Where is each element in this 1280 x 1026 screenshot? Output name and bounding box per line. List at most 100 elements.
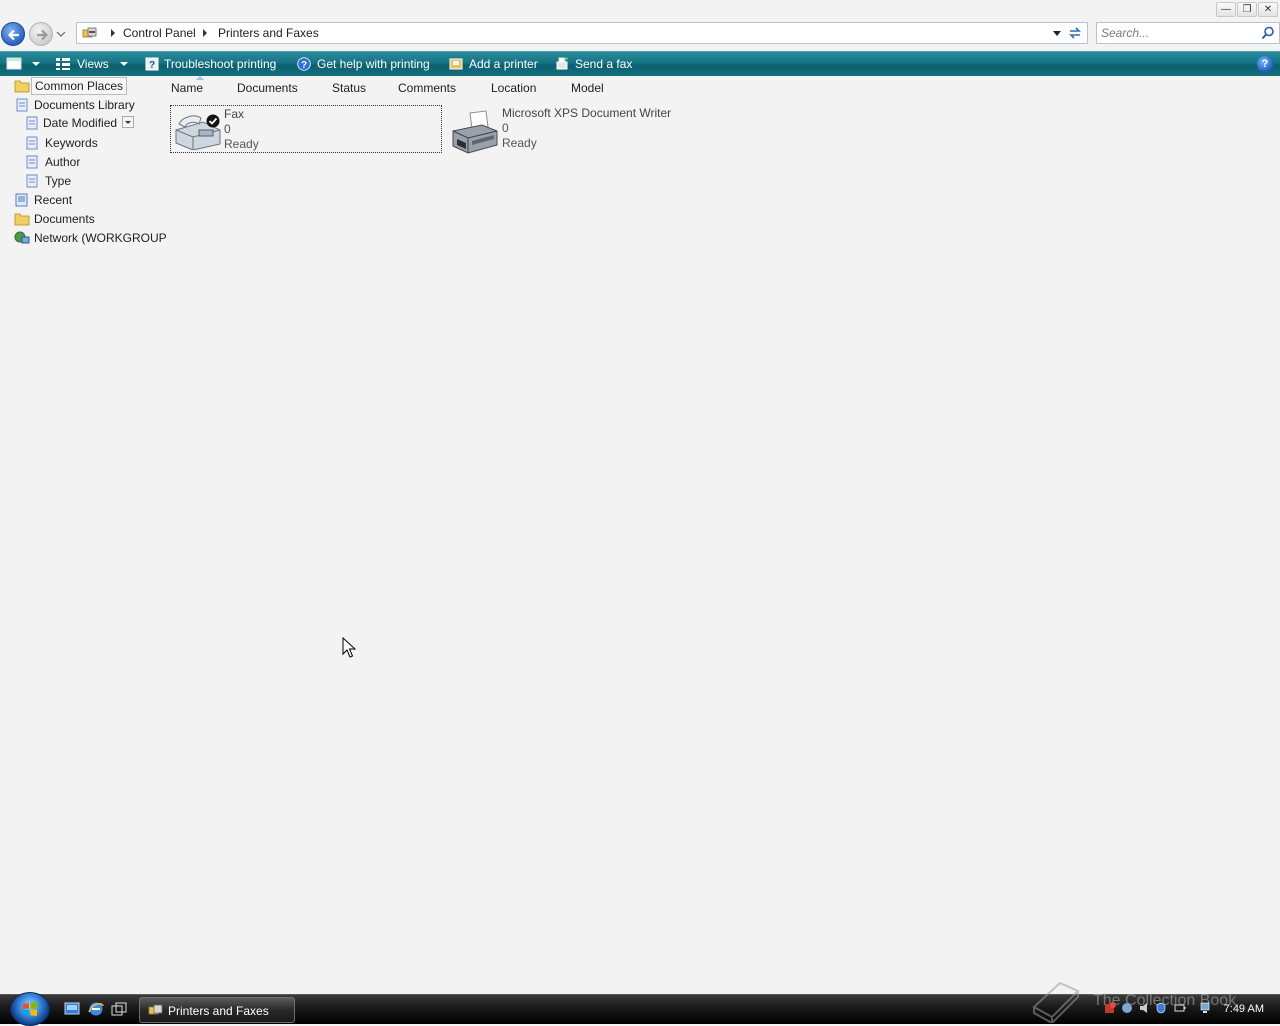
- close-icon: ✕: [1263, 4, 1273, 15]
- mouse-pointer-icon: [342, 637, 356, 658]
- breadcrumb-separator-icon[interactable]: [203, 29, 207, 37]
- add-printer-button[interactable]: Add a printer: [449, 56, 543, 72]
- printer-status: Ready: [224, 137, 259, 151]
- nav-item-network[interactable]: Network (WORKGROUP: [14, 229, 167, 247]
- send-fax-icon: [556, 57, 569, 70]
- views-icon: [56, 58, 70, 70]
- switch-windows-icon[interactable]: [111, 1001, 127, 1017]
- svg-text:?: ?: [301, 60, 307, 71]
- battery-tray-icon[interactable]: [1174, 1002, 1186, 1014]
- views-label: Views: [77, 57, 109, 71]
- search-folder-icon: [26, 136, 38, 150]
- get-help-printing-button[interactable]: ? Get help with printing: [297, 56, 437, 72]
- sidebar-tray-icon[interactable]: [1121, 1002, 1133, 1014]
- volume-tray-icon[interactable]: [1138, 1002, 1150, 1014]
- title-bar: — ❐ ✕: [0, 0, 1280, 20]
- taskbar-button-printers-and-faxes[interactable]: Printers and Faxes: [139, 997, 295, 1023]
- search-folder-icon: [26, 155, 38, 169]
- forward-button[interactable]: [29, 22, 53, 46]
- nav-label-documents: Documents: [34, 212, 95, 226]
- chevron-down-icon: [32, 62, 40, 66]
- show-desktop-icon[interactable]: [64, 1001, 80, 1017]
- breadcrumb-printers-and-faxes[interactable]: Printers and Faxes: [218, 26, 319, 40]
- clock[interactable]: 7:49 AM: [1224, 1003, 1264, 1015]
- restore-button[interactable]: ❐: [1237, 2, 1257, 17]
- printer-tile-xps-writer[interactable]: Microsoft XPS Document Writer 0 Ready: [448, 105, 688, 154]
- security-alert-icon[interactable]: [1104, 1002, 1116, 1014]
- organize-button[interactable]: [6, 56, 42, 72]
- minimize-icon: —: [1221, 4, 1231, 15]
- printer-tile-fax[interactable]: Fax 0 Ready: [170, 105, 442, 153]
- organize-icon: [6, 57, 22, 70]
- printer-status: Ready: [502, 136, 537, 150]
- troubleshoot-printing-button[interactable]: ? Troubleshoot printing: [145, 56, 285, 72]
- network-tray-icon[interactable]: [1199, 1002, 1211, 1014]
- send-fax-label: Send a fax: [575, 57, 633, 71]
- column-header-documents[interactable]: Documents: [237, 80, 298, 96]
- printer-icon: [452, 110, 498, 154]
- printer-name: Microsoft XPS Document Writer: [502, 106, 672, 120]
- help-button[interactable]: ?: [1257, 56, 1273, 72]
- network-icon: [14, 231, 30, 244]
- send-fax-button[interactable]: Send a fax: [555, 56, 635, 72]
- column-header-comments[interactable]: Comments: [398, 80, 456, 96]
- folder-icon: [14, 213, 30, 226]
- nav-item-documents[interactable]: Documents: [14, 210, 164, 228]
- nav-label-keywords: Keywords: [45, 136, 98, 150]
- search-input[interactable]: [1101, 25, 1251, 41]
- date-modified-dropdown-icon[interactable]: [122, 116, 134, 128]
- nav-label-type: Type: [45, 174, 72, 188]
- navigation-row: Control Panel Printers and Faxes: [0, 20, 1280, 49]
- nav-label-common-places: Common Places: [31, 77, 128, 95]
- breadcrumb-separator-icon[interactable]: [111, 29, 115, 37]
- add-printer-label: Add a printer: [469, 57, 538, 71]
- search-box[interactable]: [1096, 22, 1280, 44]
- search-icon[interactable]: [1261, 26, 1275, 40]
- fax-icon: [175, 114, 221, 150]
- address-dropdown-icon[interactable]: [1053, 31, 1061, 36]
- troubleshoot-printing-label: Troubleshoot printing: [164, 57, 277, 71]
- taskbar-button-label: Printers and Faxes: [168, 1004, 269, 1018]
- chevron-down-icon: [120, 62, 128, 66]
- printers-folder-icon: [148, 1004, 163, 1015]
- column-header-status[interactable]: Status: [332, 80, 366, 96]
- folder-icon: [14, 80, 30, 93]
- column-header-name[interactable]: Name: [171, 80, 203, 96]
- back-button[interactable]: [1, 22, 25, 46]
- nav-item-date-modified[interactable]: Date Modified: [24, 114, 164, 132]
- forward-arrow-icon: [37, 29, 49, 41]
- nav-item-documents-library[interactable]: Documents Library: [14, 96, 164, 114]
- printer-name: Fax: [224, 107, 245, 121]
- views-button[interactable]: Views: [55, 56, 133, 72]
- nav-item-author[interactable]: Author: [24, 153, 164, 171]
- navigation-pane: Common Places Documents Library Date Mod…: [0, 76, 167, 992]
- refresh-icon[interactable]: [1067, 25, 1083, 41]
- nav-label-author: Author: [45, 155, 81, 169]
- internet-explorer-icon[interactable]: [88, 1001, 104, 1017]
- minimize-button[interactable]: —: [1216, 2, 1236, 17]
- add-printer-icon: [449, 58, 463, 70]
- printers-folder-icon: [82, 27, 97, 38]
- nav-item-common-places[interactable]: Common Places: [14, 77, 164, 95]
- start-button[interactable]: [10, 992, 50, 1026]
- command-bar: Views ? Troubleshoot printing ? Get help…: [0, 51, 1280, 76]
- watermark-book-icon: [1032, 981, 1080, 1023]
- troubleshoot-icon: ?: [145, 57, 159, 71]
- nav-item-keywords[interactable]: Keywords: [24, 134, 164, 152]
- nav-label-network: Network (WORKGROUP: [34, 231, 167, 245]
- nav-item-type[interactable]: Type: [24, 172, 164, 190]
- breadcrumb-control-panel[interactable]: Control Panel: [123, 26, 196, 40]
- nav-item-recent[interactable]: Recent: [14, 191, 164, 209]
- recent-pages-dropdown-icon[interactable]: [56, 29, 66, 39]
- column-header-location[interactable]: Location: [491, 80, 536, 96]
- taskbar: Printers and Faxes The Collection Book 7…: [0, 981, 1280, 1026]
- windows-logo-icon: [23, 1002, 37, 1016]
- printer-documents: 0: [224, 122, 231, 136]
- close-button[interactable]: ✕: [1258, 2, 1278, 17]
- column-header-model[interactable]: Model: [571, 80, 604, 96]
- address-bar[interactable]: Control Panel Printers and Faxes: [76, 22, 1088, 44]
- search-folder-icon: [26, 116, 38, 130]
- shield-icon[interactable]: [1155, 1002, 1167, 1014]
- nav-label-documents-library: Documents Library: [34, 98, 135, 112]
- svg-text:?: ?: [149, 60, 155, 71]
